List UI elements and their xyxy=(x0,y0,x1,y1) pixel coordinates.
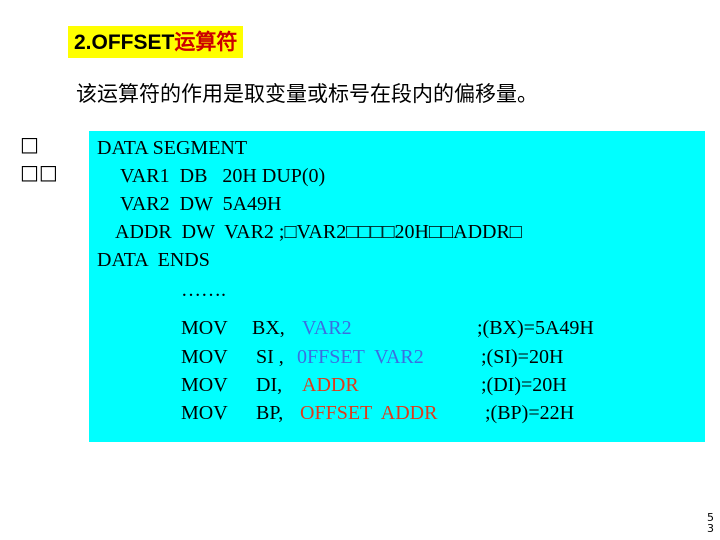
side-glyphs: □ □□ xyxy=(20,130,58,186)
title-prefix: 2.OFFSET xyxy=(74,31,175,54)
mov-hl-4: OFFSET ADDR xyxy=(300,402,438,424)
mov-comment-4: ;(BP)=22H xyxy=(485,402,575,424)
intro-text: 该运算符的作用是取变量或标号在段内的偏移量。 xyxy=(76,82,538,106)
code-box: DATA SEGMENT VAR1 DB 20H DUP(0) VAR2 DW … xyxy=(89,131,705,442)
slide-title: 2.OFFSET运算符 xyxy=(68,26,244,58)
mov-comment-2: ;(SI)=20H xyxy=(481,346,564,368)
mov-hl-2: 0FFSET VAR2 xyxy=(297,346,424,368)
code-ellipsis: ……. xyxy=(181,279,226,301)
page-number: 5 3 xyxy=(707,512,714,534)
code-line-addr: ADDR DW VAR2 ;□VAR2□□□□20H□□ADDR□ xyxy=(115,221,522,243)
mov-op-3: MOV xyxy=(181,374,228,396)
mov-op-4: MOV xyxy=(181,402,228,424)
mov-arg-1: BX, xyxy=(252,317,285,339)
mov-comment-3: ;(DI)=20H xyxy=(481,374,567,396)
mov-comment-1: ;(BX)=5A49H xyxy=(477,317,594,339)
mov-arg-2: SI , xyxy=(256,346,284,368)
side-glyph-1: □ xyxy=(20,132,39,156)
side-glyph-2: □□ xyxy=(20,160,58,184)
code-line-var1: VAR1 DB 20H DUP(0) xyxy=(120,165,326,187)
mov-arg-4: BP, xyxy=(256,402,284,424)
page-number-digit-2: 3 xyxy=(707,522,714,535)
code-line-segment: DATA SEGMENT xyxy=(97,137,248,159)
mov-hl-3: ADDR xyxy=(302,374,359,396)
title-cn: 运算符 xyxy=(174,31,238,54)
mov-arg-3: DI, xyxy=(256,374,283,396)
code-line-ends: DATA ENDS xyxy=(97,249,210,271)
code-line-var2: VAR2 DW 5A49H xyxy=(120,193,282,215)
mov-op-2: MOV xyxy=(181,346,228,368)
mov-hl-1: VAR2 xyxy=(302,317,352,339)
mov-op-1: MOV xyxy=(181,317,228,339)
